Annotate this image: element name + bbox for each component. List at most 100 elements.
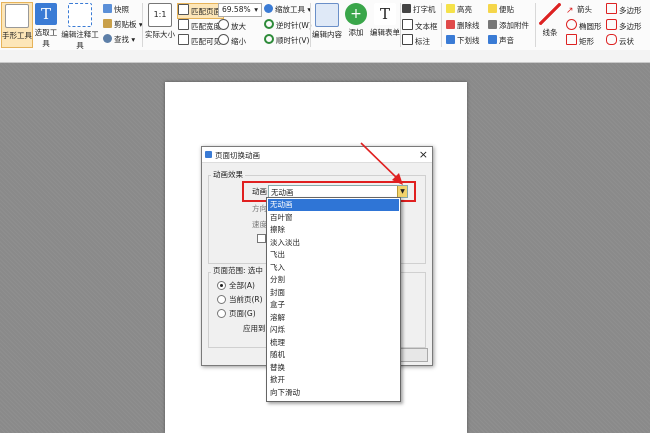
edit-annotation-tool-button[interactable]: 编辑注释工具 [60, 2, 100, 50]
dropdown-option[interactable]: 封面 [268, 287, 399, 299]
find-button[interactable]: 查找 ▾ [103, 33, 135, 47]
radio-current[interactable] [217, 295, 226, 304]
radio-all-label: 全部(A) [229, 281, 255, 290]
dropdown-option[interactable]: 百叶窗 [268, 212, 399, 224]
ellipse-icon [566, 19, 577, 30]
effect-dropdown-list: 无动画 百叶窗 擦除 淡入淡出 飞出 飞入 分割 封面 盒子 溶解 闪烁 梳理 随机 替换 掀开 向下滑动 [266, 197, 401, 402]
fit-page-icon [178, 4, 189, 15]
rotate-left-icon [264, 19, 274, 29]
edit-content-icon [315, 3, 339, 27]
zoom-out-icon [218, 34, 229, 45]
callout-button[interactable]: 标注 [402, 34, 430, 48]
dropdown-option[interactable]: 闪烁 [268, 324, 399, 336]
dropdown-option[interactable]: 飞出 [268, 249, 399, 261]
zoom-level-select[interactable]: 69.58% ▾ [218, 3, 262, 17]
strikeout-button[interactable]: 删除线 [446, 19, 480, 33]
rectangle-button[interactable]: 矩形 [566, 34, 594, 48]
radio-pages[interactable] [217, 309, 226, 318]
fit-visible-button[interactable]: 匹配可见 [178, 34, 221, 48]
direction-label: 方向 [252, 204, 267, 213]
fit-width-icon [178, 19, 189, 30]
add-button[interactable]: + 添加 [343, 2, 369, 46]
separator [400, 3, 401, 47]
zoom-in-icon [218, 19, 229, 30]
dropdown-option[interactable]: 随机 [268, 349, 399, 361]
ribbon-toolbar: 手形工具 T 选取工具 编辑注释工具 快照 剪贴板 ▾ 查找 ▾ 1:1 实际大… [0, 0, 650, 51]
typewriter-button[interactable]: 打字机 [402, 3, 436, 17]
note-button[interactable]: 便贴 [488, 3, 514, 17]
dropdown-option[interactable]: 盒子 [268, 299, 399, 311]
fit-visible-icon [178, 34, 189, 45]
callout-icon [402, 34, 413, 45]
cloud-button[interactable]: 云状 [606, 34, 634, 48]
speed-label: 速度 [252, 220, 267, 229]
dropdown-option[interactable]: 淡入淡出 [268, 237, 399, 249]
edit-form-button[interactable]: T 编辑表单 [370, 2, 400, 46]
ribbon-bottom-strip [0, 50, 650, 63]
polyline-button[interactable]: 多边形 [606, 19, 642, 33]
sound-button[interactable]: 声音 [488, 34, 514, 48]
rectangle-icon [566, 34, 577, 45]
fit-page-button[interactable]: 匹配页面 [177, 3, 224, 19]
rotate-right-icon [264, 34, 274, 44]
dropdown-option[interactable]: 向下滑动 [268, 387, 399, 399]
edit-content-button[interactable]: 编辑内容 [312, 2, 342, 46]
highlight-button[interactable]: 高亮 [446, 3, 472, 17]
chevron-down-icon: ▾ [254, 5, 258, 14]
red-arrow-icon [360, 142, 403, 185]
polygon-button[interactable]: 多边形 [606, 3, 642, 17]
ellipse-button[interactable]: 椭圆形 [566, 19, 602, 33]
paperclip-icon [488, 20, 497, 29]
separator [441, 3, 442, 47]
checkbox[interactable] [257, 234, 266, 243]
line-icon [539, 3, 561, 25]
zoom-tool-button[interactable]: 缩放工具 ▾ [264, 3, 311, 17]
textbox-button[interactable]: 文本框 [402, 19, 438, 33]
dropdown-option[interactable]: 溶解 [268, 312, 399, 324]
polyline-icon [606, 19, 617, 30]
rotate-cw-button[interactable]: 顺时针(V) [264, 34, 309, 48]
typewriter-icon [402, 4, 411, 13]
underline-button[interactable]: 下划线 [446, 34, 480, 48]
zoom-out-button[interactable]: 缩小 [218, 34, 246, 48]
strikeout-icon [446, 20, 455, 29]
actual-size-button[interactable]: 1:1 实际大小 [145, 2, 175, 46]
snapshot-button[interactable]: 快照 [103, 3, 129, 17]
text-select-icon: T [35, 3, 57, 25]
underline-icon [446, 35, 455, 44]
form-icon: T [374, 3, 396, 25]
attach-file-button[interactable]: 添加附件 [488, 19, 529, 33]
highlight-icon [446, 4, 455, 13]
close-icon[interactable]: × [419, 147, 428, 162]
polygon-icon [606, 3, 617, 14]
separator [310, 3, 311, 47]
find-icon [103, 34, 112, 43]
clipboard-button[interactable]: 剪贴板 ▾ [103, 18, 143, 32]
fit-width-button[interactable]: 匹配宽度 [178, 19, 221, 33]
dropdown-option[interactable]: 分割 [268, 274, 399, 286]
magnifier-icon [264, 4, 273, 13]
dropdown-option[interactable]: 擦除 [268, 224, 399, 236]
dropdown-option[interactable]: 掀开 [268, 374, 399, 386]
rotate-ccw-button[interactable]: 逆时针(W) [264, 19, 312, 33]
separator [535, 3, 536, 47]
hand-icon [5, 4, 29, 28]
arrow-icon: ↗ [566, 6, 574, 16]
radio-all[interactable] [217, 281, 226, 290]
add-icon: + [345, 3, 367, 25]
annotation-select-icon [68, 3, 92, 27]
zoom-in-button[interactable]: 放大 [218, 19, 246, 33]
dropdown-option[interactable]: 飞入 [268, 262, 399, 274]
dropdown-option[interactable]: 替换 [268, 362, 399, 374]
separator [142, 3, 143, 47]
select-tool-button[interactable]: T 选取工具 [32, 2, 60, 48]
speaker-icon [488, 35, 497, 44]
line-button[interactable]: 线条 [537, 2, 563, 46]
dropdown-option[interactable]: 梳理 [268, 337, 399, 349]
radio-current-label: 当前页(R) [229, 295, 263, 304]
arrow-button[interactable]: ↗ 箭头 [566, 3, 592, 17]
app-icon [205, 151, 212, 158]
hand-tool-button[interactable]: 手形工具 [1, 2, 33, 48]
camera-icon [103, 4, 112, 13]
dropdown-option[interactable]: 无动画 [268, 199, 399, 211]
